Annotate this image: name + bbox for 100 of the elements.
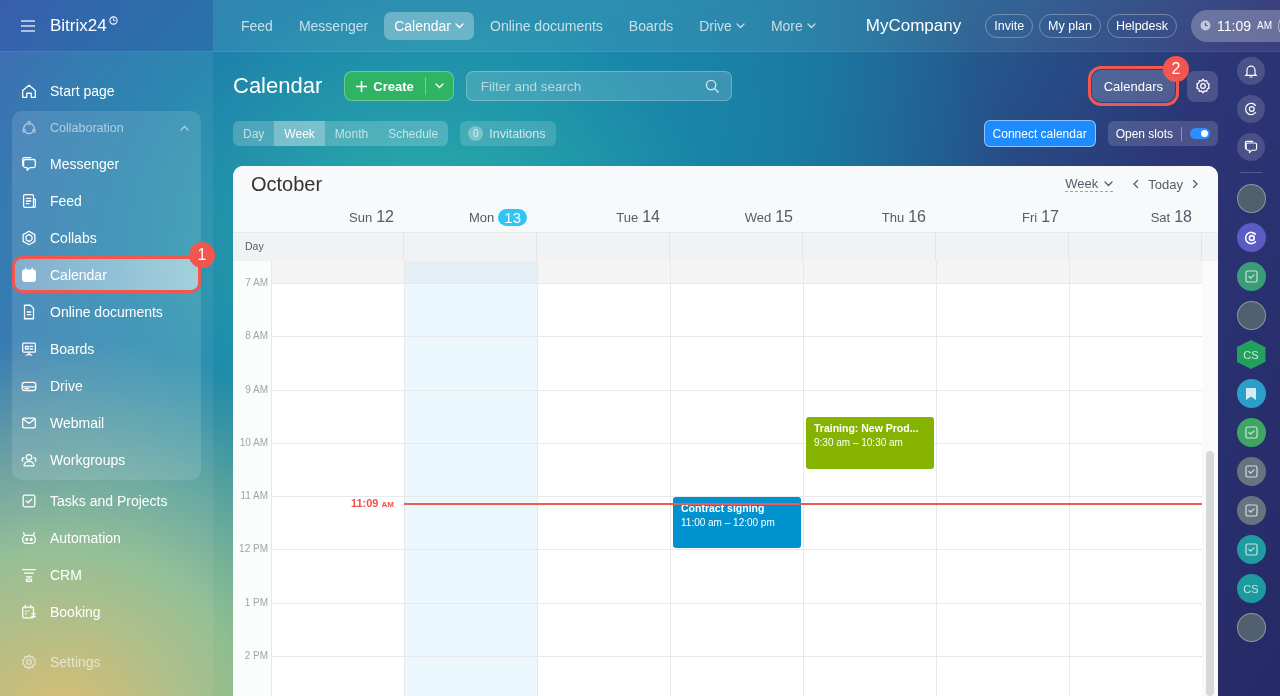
task-button[interactable] [1236, 457, 1266, 486]
hexagon-icon [20, 228, 38, 247]
avatar[interactable] [1236, 301, 1266, 330]
app-button[interactable] [1237, 95, 1265, 123]
checkbox-icon [1242, 424, 1260, 441]
nav-tab[interactable]: Calendar [384, 11, 474, 40]
logo[interactable]: Bitrix24 [50, 15, 118, 36]
checkbox-icon [1242, 268, 1260, 285]
swirl-icon [1243, 101, 1259, 117]
day-header: Sun 12 [348, 207, 395, 227]
hour-label: 12 PM [238, 543, 269, 557]
view-tab[interactable]: Week [274, 121, 325, 146]
bookmark-icon [1245, 386, 1257, 401]
create-button[interactable]: Create [344, 71, 454, 101]
calendar-event[interactable]: Contract signing 11:00 am – 12:00 pm [673, 497, 801, 549]
nav-tab[interactable]: Online documents [480, 11, 613, 40]
menu-icon[interactable] [20, 19, 36, 32]
chevron-down-icon [806, 22, 816, 29]
sidebar-item[interactable]: Boards [12, 330, 201, 367]
day-header: Mon 13 [404, 202, 537, 232]
sidebar-item[interactable]: Tasks and Projects [12, 482, 201, 519]
chevron-down-icon [1104, 180, 1114, 187]
task-button[interactable] [1236, 418, 1266, 447]
clock-icon [1200, 20, 1211, 31]
checkbox-icon [1242, 502, 1260, 519]
calendar-event[interactable]: Training: New Prod... 9:30 am – 10:30 am [806, 417, 934, 469]
calendar-list-icon [20, 602, 38, 621]
sidebar-item[interactable]: Online documents [12, 293, 201, 330]
sidebar-item[interactable]: Booking [12, 593, 201, 630]
day-header: Thu 16 [880, 207, 927, 227]
settings-item[interactable]: Settings [12, 643, 201, 680]
invitations-button[interactable]: 0 Invitations [460, 121, 556, 146]
chat-icon [20, 154, 38, 173]
checkbox-icon [1242, 463, 1260, 480]
hour-label: 1 PM [243, 596, 269, 610]
task-button[interactable] [1236, 496, 1266, 525]
hour-label: 9 AM [244, 383, 269, 397]
clock-icon [108, 15, 118, 25]
day-header: Wed 15 [743, 207, 794, 227]
today-button[interactable]: Today [1148, 176, 1183, 192]
clock-time: 11:09 [1217, 17, 1251, 34]
list-icon [20, 191, 38, 210]
chevron-icon [180, 125, 189, 131]
app-button[interactable] [1236, 223, 1266, 252]
calendar-icon [20, 265, 38, 284]
hour-label: 8 AM [244, 330, 269, 344]
sidebar-item[interactable]: Start page [12, 72, 201, 109]
notifications-button[interactable] [1237, 57, 1265, 85]
group-header[interactable]: Collaboration [12, 111, 201, 145]
avatar[interactable] [1236, 184, 1266, 213]
settings-icon [20, 652, 38, 671]
sidebar-item[interactable]: Feed [12, 182, 201, 219]
chevron-down-icon [735, 22, 745, 29]
chat-button[interactable] [1237, 133, 1265, 161]
nav-tab[interactable]: Messenger [288, 11, 379, 40]
plus-icon [356, 80, 368, 92]
nav-tab[interactable]: Boards [618, 11, 684, 40]
view-tab[interactable]: Schedule [378, 121, 449, 146]
nav-tab[interactable]: More [760, 11, 826, 40]
toggle-switch[interactable] [1190, 128, 1210, 139]
sidebar-item[interactable]: Workgroups [12, 441, 201, 478]
hour-label: 10 AM [238, 436, 269, 450]
clock-suffix: AM [1257, 20, 1272, 31]
sidebar-item[interactable]: Webmail [12, 404, 201, 441]
sidebar-item[interactable]: CRM [12, 556, 201, 593]
chat-icon [1243, 139, 1259, 155]
chevron-left-icon [1132, 179, 1139, 189]
scrollbar[interactable] [1206, 451, 1214, 696]
view-tab[interactable]: Day [233, 121, 275, 146]
day-header: Tue 14 [615, 207, 661, 227]
sidebar-item[interactable]: Messenger [12, 145, 201, 182]
nav-tab[interactable]: Drive [689, 11, 755, 40]
chat-button[interactable]: CS [1236, 574, 1266, 603]
task-button[interactable] [1236, 262, 1266, 291]
swirl-icon [1243, 229, 1259, 246]
day-header: Fri 17 [1021, 207, 1060, 227]
settings-icon [1193, 77, 1212, 95]
open-slots-toggle[interactable]: Open slots [1107, 121, 1218, 146]
network-icon [20, 119, 38, 137]
company-name[interactable]: MyCompany [865, 15, 962, 36]
callout-badge: 2 [1163, 56, 1189, 82]
search-icon [704, 79, 720, 94]
settings-button[interactable] [1187, 70, 1218, 102]
chevron-right-icon [1192, 179, 1199, 189]
view-dropdown[interactable]: Week [1065, 176, 1114, 192]
view-tab[interactable]: Month [324, 121, 379, 146]
month-title: October [251, 172, 324, 196]
chat-button[interactable]: CS [1236, 340, 1266, 369]
clock-button[interactable]: 11:09 AM [1191, 9, 1280, 42]
chevron-down-icon [455, 22, 464, 29]
task-button[interactable] [1236, 535, 1266, 564]
sidebar-item[interactable]: Drive [12, 367, 201, 404]
sidebar-item[interactable]: Automation [12, 519, 201, 556]
avatar[interactable] [1236, 613, 1266, 642]
page-title: Calendar [233, 73, 323, 99]
connect-calendar-button[interactable]: Connect calendar [983, 120, 1096, 147]
nav-tab[interactable]: Feed [231, 11, 283, 40]
bookmark-button[interactable] [1236, 379, 1266, 408]
bell-icon [1243, 63, 1259, 79]
day-header: Sat 18 [1149, 207, 1193, 227]
